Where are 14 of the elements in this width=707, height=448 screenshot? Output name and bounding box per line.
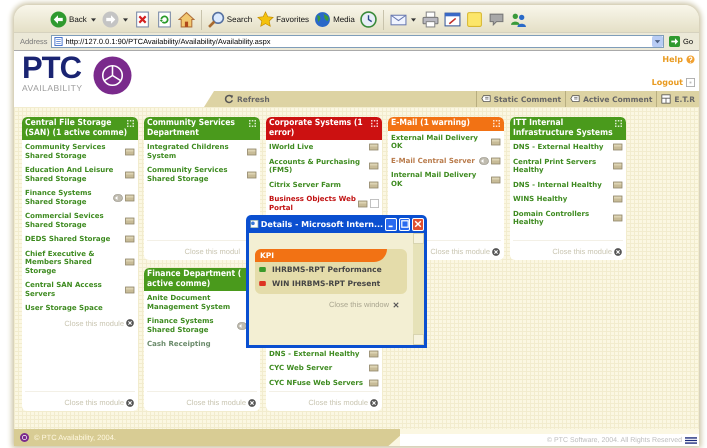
window-title: Details - Microsoft Intern... xyxy=(260,220,384,228)
module-header[interactable]: Corporate Systems (1 error) xyxy=(266,117,382,140)
module-header[interactable]: Central File Storage (SAN) (1 active comme) xyxy=(22,117,138,140)
back-button[interactable]: Back xyxy=(48,10,89,29)
logo-subtitle: AVAILABILITY xyxy=(22,83,82,93)
help-link[interactable]: Help xyxy=(662,55,683,64)
module-header[interactable]: Community Services Department xyxy=(144,117,260,140)
module-header[interactable]: E-Mail (1 warning) xyxy=(388,117,504,130)
logout-link[interactable]: Logout xyxy=(652,78,683,87)
favorites-button[interactable]: Favorites xyxy=(255,10,312,29)
media-button[interactable]: Media xyxy=(312,10,357,29)
logo-text: PTC xyxy=(22,53,82,82)
search-button[interactable]: Search xyxy=(206,10,254,29)
module-header[interactable]: ITT Internal Infrastructure Systems xyxy=(510,117,626,140)
